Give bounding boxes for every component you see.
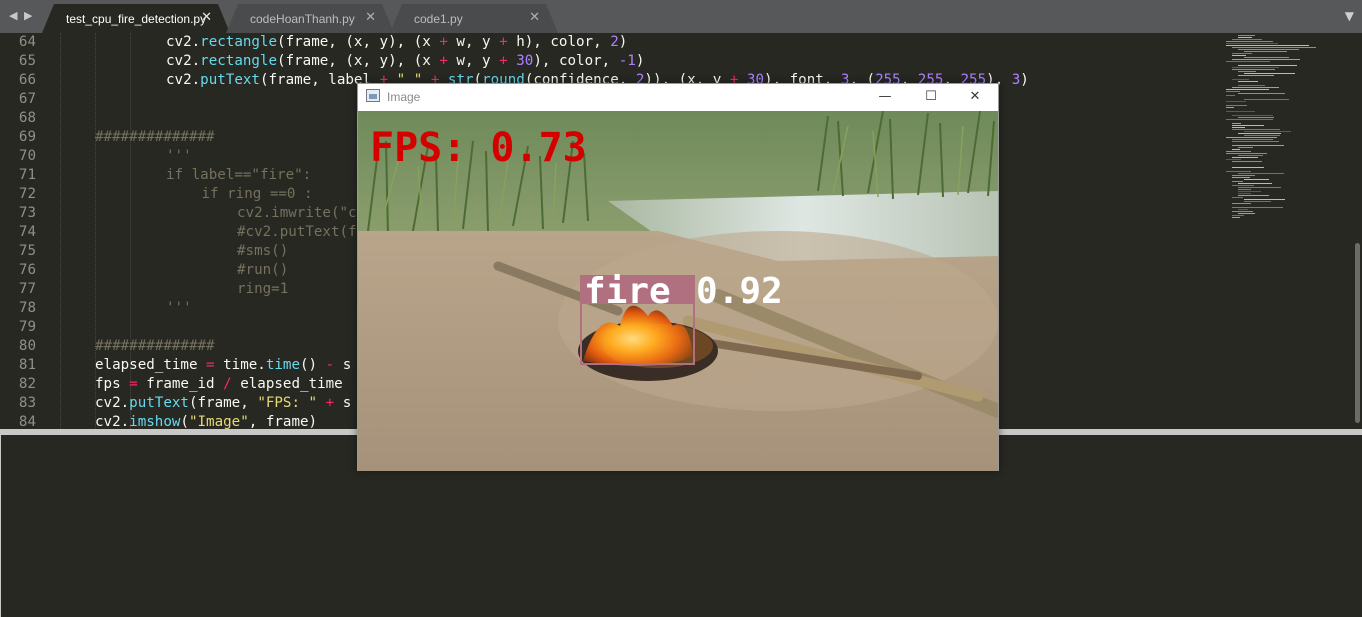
code-text: elapsed_time = time.time() - s: [95, 357, 352, 373]
tab-bar: ◀ ▶ test_cpu_fire_detection.py ✕ codeHoa…: [0, 0, 1362, 33]
code-text: #run(): [237, 262, 289, 278]
chevron-left-icon[interactable]: ◀: [9, 9, 17, 22]
code-text: cv2.imwrite("c: [237, 205, 357, 221]
line-number: 75: [18, 243, 36, 259]
code-text: ##############: [95, 129, 215, 145]
window-app-icon: [366, 89, 380, 102]
campfire-photo: fire 0.92 FPS: 0.73: [358, 111, 998, 471]
tab-label: codeHoanThanh.py: [250, 12, 355, 26]
window-title: Image: [387, 90, 421, 104]
line-number: 67: [18, 91, 36, 107]
line-number: 82: [18, 376, 36, 392]
code-text: ##############: [95, 338, 215, 354]
minimap[interactable]: [1222, 33, 1350, 429]
code-text: cv2.rectangle(frame, (x, y), (x + w, y +…: [166, 34, 628, 50]
line-number: 71: [18, 167, 36, 183]
code-text: if ring ==0 :: [201, 186, 313, 202]
line-number: 81: [18, 357, 36, 373]
tab-label: code1.py: [414, 12, 463, 26]
line-number: 79: [18, 319, 36, 335]
line-number: 78: [18, 300, 36, 316]
code-text: ring=1: [237, 281, 289, 297]
line-number: 83: [18, 395, 36, 411]
detection-score: 0.92: [696, 271, 783, 312]
detection-label: fire: [584, 271, 671, 312]
line-number: 68: [18, 110, 36, 126]
chevron-down-icon[interactable]: ▼: [1345, 9, 1354, 23]
code-text: cv2.putText(frame, "FPS: " + s: [95, 395, 352, 411]
line-number: 64: [18, 34, 36, 50]
close-icon[interactable]: ✕: [365, 10, 376, 25]
line-number: 74: [18, 224, 36, 240]
code-text: fps = frame_id / elapsed_time: [95, 376, 343, 392]
code-text: if label=="fire":: [166, 167, 312, 183]
code-text: ''': [166, 148, 192, 164]
line-number: 72: [18, 186, 36, 202]
close-window-icon[interactable]: ✕: [952, 84, 998, 111]
line-number: 84: [18, 414, 36, 429]
line-number: 70: [18, 148, 36, 164]
tab-code-hoan-thanh[interactable]: codeHoanThanh.py ✕: [226, 4, 394, 33]
maximize-icon[interactable]: ☐: [908, 84, 954, 111]
window-titlebar[interactable]: Image — ☐ ✕: [358, 84, 998, 111]
image-window[interactable]: Image — ☐ ✕ fire 0.92 FPS: 0.73: [357, 83, 999, 471]
line-number: 65: [18, 53, 36, 69]
fps-overlay: FPS: 0.73: [370, 125, 587, 171]
line-number: 73: [18, 205, 36, 221]
line-number: 77: [18, 281, 36, 297]
close-icon[interactable]: ✕: [529, 10, 540, 25]
tab-test-cpu-fire-detection[interactable]: test_cpu_fire_detection.py ✕: [42, 4, 230, 33]
chevron-right-icon[interactable]: ▶: [24, 9, 32, 22]
line-number: 69: [18, 129, 36, 145]
line-number: 66: [18, 72, 36, 88]
line-number: 80: [18, 338, 36, 354]
minimize-icon[interactable]: —: [862, 84, 908, 111]
code-text: #sms(): [237, 243, 289, 259]
line-number: 76: [18, 262, 36, 278]
code-text: cv2.rectangle(frame, (x, y), (x + w, y +…: [166, 53, 645, 69]
tab-code1[interactable]: code1.py ✕: [390, 4, 558, 33]
camera-frame: fire 0.92 FPS: 0.73: [358, 111, 998, 471]
code-text: cv2.imshow("Image", frame): [95, 414, 318, 429]
tab-label: test_cpu_fire_detection.py: [66, 12, 207, 26]
code-text: #cv2.putText(f: [237, 224, 357, 240]
scrollbar[interactable]: [1355, 243, 1360, 423]
close-icon[interactable]: ✕: [201, 10, 212, 25]
code-text: ''': [166, 300, 192, 316]
